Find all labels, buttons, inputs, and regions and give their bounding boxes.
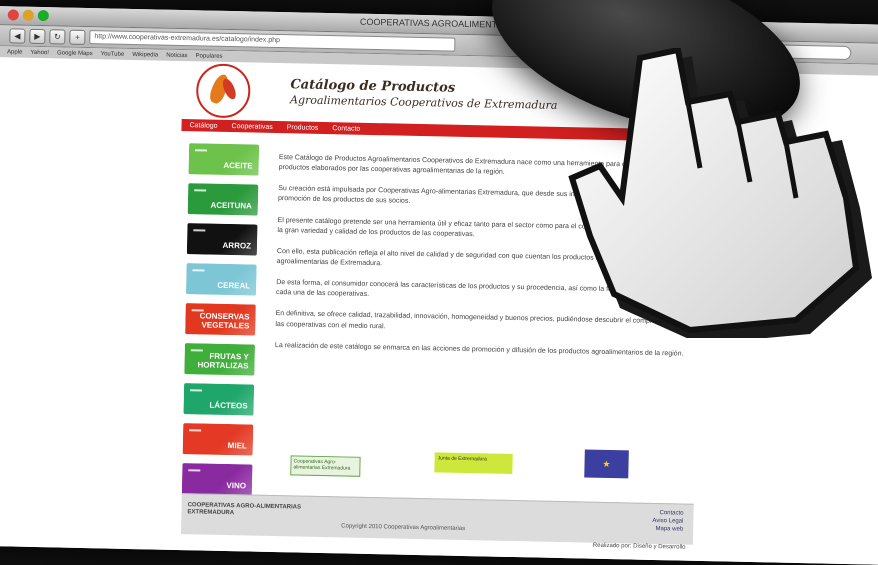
category-label: ARROZ: [222, 240, 252, 251]
category-label: ACEITE: [223, 160, 253, 171]
site-subtitle: Agroalimentarios Cooperativos de Extrema…: [289, 93, 558, 112]
copyright: Copyright 2010 Cooperativas Agroalimenta…: [341, 523, 466, 533]
sponsor-logos: Cooperativas Agro-alimentarias Extremadu…: [282, 443, 643, 491]
category-label: ACEITUNA: [210, 200, 252, 211]
category-frutas[interactable]: FRUTAS Y HORTALIZAS: [184, 343, 255, 376]
bookmark-item[interactable]: Populares: [195, 53, 222, 60]
bookmark-item[interactable]: Yahoo!: [30, 50, 49, 56]
category-label: CEREAL: [217, 280, 251, 291]
category-mark-icon: [192, 269, 205, 278]
category-sidebar: ACEITE ACEITUNA ARROZ CEREAL CONSERVAS V…: [181, 143, 260, 504]
junta-logo[interactable]: Junta de Extremadura: [434, 452, 513, 474]
back-arrow-icon[interactable]: ◀: [9, 27, 26, 44]
category-label: VINO: [226, 480, 247, 491]
site-logo[interactable]: [195, 63, 251, 119]
nav-item-contacto[interactable]: Contacto: [332, 125, 360, 133]
category-mark-icon: [194, 149, 208, 158]
category-label: LÁCTEOS: [209, 400, 248, 411]
category-miel[interactable]: MIEL: [182, 423, 254, 456]
category-mark-icon: [188, 469, 201, 478]
paragraph: La realización de este catálogo se enmar…: [274, 341, 684, 358]
cooperativas-logo[interactable]: Cooperativas Agro-alimentarias Extremadu…: [290, 455, 361, 477]
site-footer: COOPERATIVAS AGRO-ALIMENTARIAS EXTREMADU…: [180, 493, 694, 545]
category-mark-icon: [194, 189, 207, 198]
credit-text: Realizado por: Diseño y Desarrollo: [592, 542, 686, 551]
add-bookmark-icon[interactable]: +: [69, 29, 86, 45]
category-conservas[interactable]: CONSERVAS VEGETALES: [185, 303, 256, 336]
footer-link[interactable]: Aviso Legal: [652, 518, 683, 526]
category-aceite[interactable]: ACEITE: [188, 143, 260, 176]
bookmark-item[interactable]: Wikipedia: [132, 52, 158, 59]
footer-logo: COOPERATIVAS AGRO-ALIMENTARIAS EXTREMADU…: [187, 502, 302, 517]
reload-icon[interactable]: ↻: [49, 28, 66, 45]
category-aceituna[interactable]: ACEITUNA: [187, 183, 259, 216]
eu-flag-logo[interactable]: ★: [584, 449, 629, 479]
bookmark-item[interactable]: Noticias: [166, 53, 187, 59]
footer-links: Contacto Aviso Legal Mapa web: [652, 510, 683, 534]
category-mark-icon: [193, 229, 206, 238]
forward-arrow-icon[interactable]: ▶: [29, 28, 46, 44]
bookmark-item[interactable]: YouTube: [101, 51, 125, 57]
category-lacteos[interactable]: LÁCTEOS: [183, 383, 255, 416]
nav-item-cooperativas[interactable]: Cooperativas: [231, 123, 272, 131]
footer-link[interactable]: Mapa web: [652, 526, 683, 534]
category-label: MIEL: [227, 440, 247, 451]
category-mark-icon: [191, 309, 204, 318]
category-vino[interactable]: VINO: [181, 463, 253, 496]
hand-pointer-icon: [568, 48, 872, 338]
category-mark-icon: [189, 389, 203, 398]
category-arroz[interactable]: ARROZ: [186, 223, 258, 256]
nav-item-catalogo[interactable]: Catálogo: [189, 122, 217, 130]
category-mark-icon: [189, 429, 202, 438]
category-mark-icon: [190, 349, 203, 358]
category-cereal[interactable]: CEREAL: [186, 263, 257, 296]
nav-item-productos[interactable]: Productos: [287, 124, 319, 132]
bookmark-item[interactable]: Google Maps: [57, 50, 93, 57]
bookmark-item[interactable]: Apple: [7, 49, 22, 55]
